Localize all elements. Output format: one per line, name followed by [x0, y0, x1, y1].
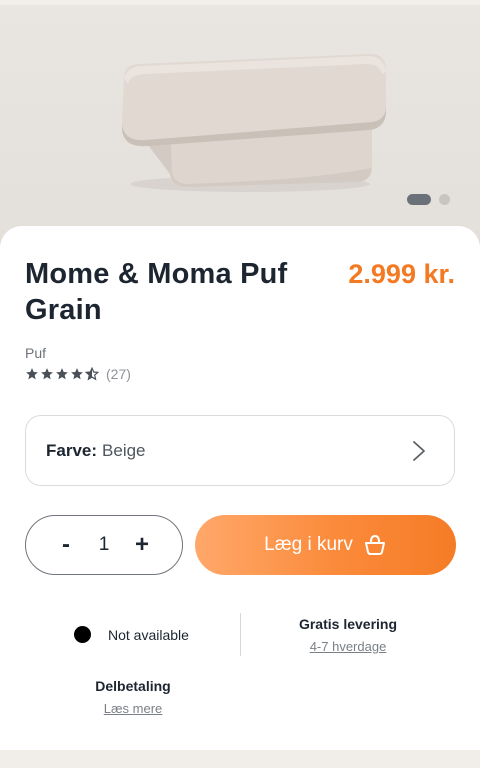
carousel-dot[interactable] [439, 194, 450, 205]
increase-quantity-button[interactable]: + [132, 531, 152, 559]
product-detail-card: Mome & Moma Puf Grain 2.999 kr. Puf (27)… [0, 226, 480, 750]
basket-icon [364, 534, 385, 555]
payment-title: Delbetaling [95, 678, 171, 694]
delivery-info: Gratis levering 4-7 hverdage [288, 616, 408, 654]
color-selector[interactable]: Farve: Beige [25, 415, 455, 486]
availability-status: Not available [74, 626, 189, 643]
read-more-link[interactable]: Læs mere [73, 701, 193, 716]
decrease-quantity-button[interactable]: - [56, 531, 76, 559]
payment-info: Delbetaling Læs mere [73, 678, 193, 716]
color-label: Farve: [46, 440, 98, 460]
product-image [122, 54, 386, 192]
add-to-cart-button[interactable]: Læg i kurv [195, 515, 456, 575]
product-image-gallery[interactable] [0, 0, 480, 250]
divider [240, 613, 241, 656]
color-value: Beige [102, 440, 146, 460]
star-icon [41, 368, 53, 380]
delivery-time-link[interactable]: 4-7 hverdage [288, 639, 408, 654]
availability-text: Not available [108, 626, 189, 643]
star-icon [71, 368, 83, 380]
top-bar [0, 0, 480, 5]
rating[interactable]: (27) [25, 366, 131, 382]
carousel-dot-active[interactable] [407, 194, 431, 205]
carousel-dots[interactable] [407, 194, 450, 205]
chevron-right-icon [413, 441, 425, 461]
review-count: (27) [106, 366, 131, 382]
quantity-stepper: - 1 + [25, 515, 183, 575]
delivery-title: Gratis levering [298, 616, 398, 632]
product-title: Mome & Moma Puf Grain [25, 258, 288, 326]
bottom-band [0, 750, 480, 768]
product-price: 2.999 kr. [348, 259, 455, 289]
quantity-value: 1 [98, 534, 110, 555]
star-icon [56, 368, 68, 380]
product-category: Puf [25, 345, 47, 361]
star-icon [26, 368, 38, 380]
half-star-icon [85, 367, 99, 381]
add-to-cart-label: Læg i kurv [264, 534, 353, 555]
status-dot [74, 626, 91, 643]
